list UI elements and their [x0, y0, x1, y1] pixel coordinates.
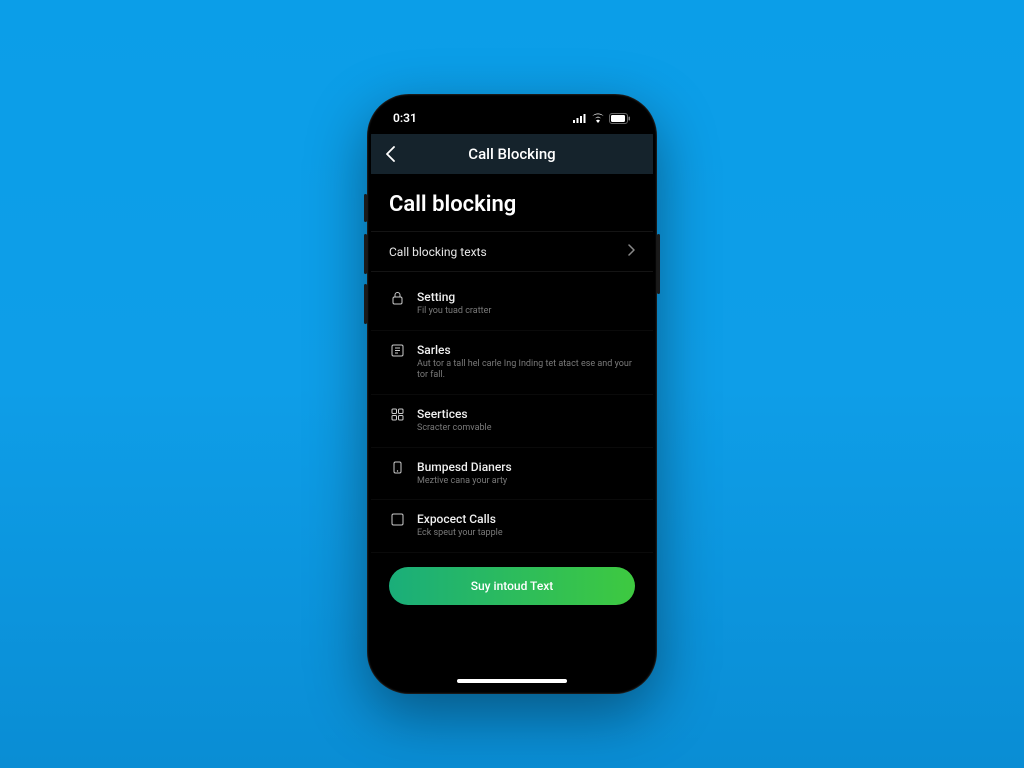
- power-button: [657, 234, 660, 294]
- link-row-label: Call blocking texts: [389, 245, 487, 259]
- setting-text: Seertices Scracter comvable: [417, 407, 635, 435]
- home-indicator[interactable]: [457, 679, 567, 683]
- page-title: Call blocking: [371, 174, 653, 231]
- grid-icon: [389, 408, 405, 424]
- setting-item-setting[interactable]: Setting Fil you tuad cratter: [371, 278, 653, 331]
- setting-desc: Eck speut your tapple: [417, 528, 635, 540]
- primary-action-button[interactable]: Suy intoud Text: [389, 567, 635, 605]
- chevron-right-icon: [628, 244, 635, 259]
- volume-up-button: [364, 234, 367, 274]
- setting-text: Expocect Calls Eck speut your tapple: [417, 512, 635, 540]
- cta-label: Suy intoud Text: [471, 579, 554, 593]
- notch: [452, 98, 572, 122]
- setting-desc: Scracter comvable: [417, 423, 635, 435]
- call-blocking-texts-row[interactable]: Call blocking texts: [371, 231, 653, 272]
- phone-frame: 0:31 Call Blocking Call blocking: [367, 94, 657, 694]
- setting-item-bumpesd-dianers[interactable]: Bumpesd Dianers Meztive cana your arty: [371, 448, 653, 501]
- signal-icon: [572, 113, 587, 123]
- status-time: 0:31: [393, 111, 417, 125]
- wifi-icon: [591, 113, 605, 123]
- battery-icon: [609, 113, 631, 124]
- setting-text: Sarles Aut tor a tall hel carle Ing Indi…: [417, 343, 635, 382]
- setting-desc: Fil you tuad cratter: [417, 306, 635, 318]
- nav-title: Call Blocking: [385, 145, 639, 163]
- nav-header: Call Blocking: [371, 134, 653, 174]
- setting-text: Bumpesd Dianers Meztive cana your arty: [417, 460, 635, 488]
- lock-icon: [389, 291, 405, 307]
- setting-item-seertices[interactable]: Seertices Scracter comvable: [371, 395, 653, 448]
- checkbox-icon: [389, 513, 405, 529]
- status-icons: [572, 113, 631, 124]
- setting-label: Expocect Calls: [417, 512, 635, 526]
- list-icon: [389, 344, 405, 360]
- setting-text: Setting Fil you tuad cratter: [417, 290, 635, 318]
- setting-desc: Meztive cana your arty: [417, 476, 635, 488]
- setting-label: Seertices: [417, 407, 635, 421]
- setting-item-expocect-calls[interactable]: Expocect Calls Eck speut your tapple: [371, 500, 653, 553]
- setting-label: Bumpesd Dianers: [417, 460, 635, 474]
- setting-item-sarles[interactable]: Sarles Aut tor a tall hel carle Ing Indi…: [371, 331, 653, 395]
- settings-list: Setting Fil you tuad cratter Sarles Aut …: [371, 272, 653, 559]
- setting-desc: Aut tor a tall hel carle Ing Inding tet …: [417, 359, 635, 382]
- setting-label: Sarles: [417, 343, 635, 357]
- mute-switch: [364, 194, 367, 222]
- volume-down-button: [364, 284, 367, 324]
- phone-screen: 0:31 Call Blocking Call blocking: [371, 98, 653, 690]
- phone-icon: [389, 461, 405, 477]
- setting-label: Setting: [417, 290, 635, 304]
